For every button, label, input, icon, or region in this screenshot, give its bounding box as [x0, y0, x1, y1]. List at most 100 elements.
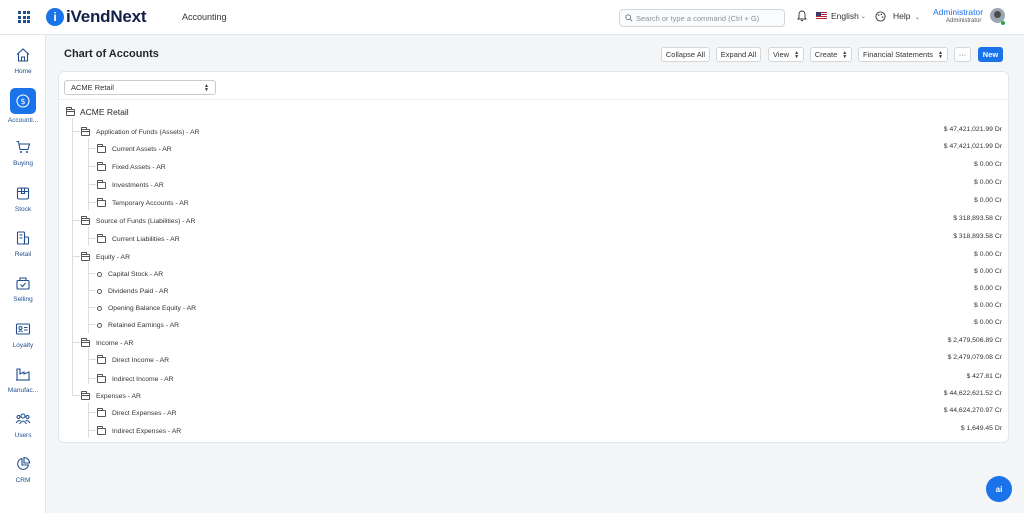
language-selector[interactable]: English ⌄ — [816, 11, 866, 21]
tree-row[interactable]: Current Liabilities - AR $ 318,893.58 Cr — [0, 233, 1024, 250]
help-menu[interactable]: Help ⌄ — [893, 11, 920, 21]
account-label: Current Assets - AR — [112, 145, 172, 153]
company-select-value: ACME Retail — [71, 83, 114, 92]
search-icon — [625, 14, 633, 22]
folder-open-icon — [81, 251, 90, 261]
create-label: Create — [814, 50, 838, 59]
tree-row[interactable]: Income - AR $ 2,479,506.89 Cr — [0, 337, 1024, 354]
create-dropdown[interactable]: Create ▲ ▼ — [810, 47, 852, 62]
more-options-button[interactable]: ··· — [954, 47, 971, 62]
folder-icon — [97, 233, 106, 243]
select-arrows-icon: ▲ ▼ — [204, 83, 209, 93]
sidebar-item-crm[interactable]: CRM — [0, 456, 46, 498]
account-label: Expenses - AR — [96, 392, 141, 400]
account-balance: $ 318,893.58 Cr — [953, 233, 1002, 240]
tree-row[interactable]: Dividends Paid - AR $ 0.00 Cr — [0, 285, 1024, 302]
account-balance: $ 0.00 Cr — [974, 302, 1002, 309]
financial-statements-label: Financial Statements — [863, 50, 934, 59]
tree-connector — [88, 430, 96, 431]
tree-row[interactable]: Temporary Accounts - AR $ 0.00 Cr — [0, 197, 1024, 214]
ai-assistant-button[interactable]: ai — [986, 476, 1012, 502]
tree-row[interactable]: Investments - AR $ 0.00 Cr — [0, 179, 1024, 196]
tree-row[interactable]: Capital Stock - AR $ 0.00 Cr — [0, 268, 1024, 285]
account-balance: $ 0.00 Cr — [974, 319, 1002, 326]
search-input[interactable] — [636, 13, 781, 23]
account-balance: $ 0.00 Cr — [974, 179, 1002, 186]
account-label: Investments - AR — [112, 181, 164, 189]
leaf-node-icon — [97, 322, 102, 328]
tree-row[interactable]: Fixed Assets - AR $ 0.00 Cr — [0, 161, 1024, 178]
dollar-icon: $ — [16, 94, 30, 108]
company-select[interactable]: ACME Retail ▲ ▼ — [64, 80, 216, 95]
folder-icon — [97, 354, 106, 364]
tree-row[interactable]: Expenses - AR $ 44,622,621.52 Cr — [0, 390, 1024, 407]
account-balance: $ 47,421,021.99 Dr — [943, 126, 1002, 133]
view-label: View — [772, 50, 790, 59]
tree-row[interactable]: Current Assets - AR $ 47,421,021.99 Dr — [0, 143, 1024, 160]
sidebar-item-accounting[interactable]: $ Accounti... — [0, 88, 46, 130]
folder-icon — [97, 143, 106, 153]
tree-connector — [88, 359, 96, 360]
tree-row[interactable]: Source of Funds (Liabilities) - AR $ 318… — [0, 215, 1024, 232]
account-balance: $ 318,893.58 Cr — [953, 215, 1002, 222]
tree-row[interactable]: Opening Balance Equity - AR $ 0.00 Cr — [0, 302, 1024, 319]
tree-row[interactable]: Indirect Expenses - AR $ 1,649.45 Dr — [0, 425, 1024, 442]
view-dropdown[interactable]: View ▲ ▼ — [768, 47, 804, 62]
account-label: Capital Stock - AR — [108, 270, 164, 278]
chevron-down-icon: ⌄ — [914, 15, 920, 21]
bell-icon[interactable] — [797, 10, 807, 22]
top-bar: i iVendNext Accounting English ⌄ Help ⌄ … — [0, 0, 1024, 35]
home-icon — [16, 48, 30, 62]
tree-row[interactable]: Direct Expenses - AR $ 44,624,270.97 Cr — [0, 407, 1024, 424]
tree-row[interactable]: Application of Funds (Assets) - AR $ 47,… — [0, 126, 1024, 143]
new-button[interactable]: New — [978, 47, 1003, 62]
user-role: Administrator — [946, 18, 982, 24]
tree-connector — [88, 290, 95, 291]
tree-connector — [88, 202, 96, 203]
tree-connector — [88, 307, 95, 308]
account-balance: $ 1,649.45 Dr — [960, 425, 1002, 432]
tree-connector — [88, 378, 96, 379]
account-label: Source of Funds (Liabilities) - AR — [96, 217, 196, 225]
account-label: Income - AR — [96, 339, 134, 347]
search-box[interactable] — [619, 9, 785, 27]
tree-row[interactable]: Retained Earnings - AR $ 0.00 Cr — [0, 319, 1024, 336]
tree-row[interactable]: Equity - AR $ 0.00 Cr — [0, 251, 1024, 268]
palette-icon[interactable] — [875, 11, 886, 22]
app-grid-icon[interactable] — [18, 11, 30, 23]
pie-icon — [17, 456, 31, 470]
collapse-all-button[interactable]: Collapse All — [661, 47, 710, 62]
user-name[interactable]: Administrator — [933, 7, 983, 17]
account-balance: $ 0.00 Cr — [974, 268, 1002, 275]
brand-logo[interactable]: i iVendNext — [46, 7, 147, 27]
account-label: Current Liabilities - AR — [112, 235, 180, 243]
account-label: Application of Funds (Assets) - AR — [96, 128, 200, 136]
tree-connector — [88, 238, 96, 239]
tree-row[interactable]: Direct Income - AR $ 2,479,079.08 Cr — [0, 354, 1024, 371]
leaf-node-icon — [97, 288, 102, 294]
account-label: Retained Earnings - AR — [108, 321, 180, 329]
tree-connector — [72, 131, 80, 132]
tree-row[interactable]: Indirect Income - AR $ 427.81 Cr — [0, 373, 1024, 390]
account-label: Direct Income - AR — [112, 356, 170, 364]
sidebar-item-label: Home — [14, 68, 32, 75]
account-label: Equity - AR — [96, 253, 130, 261]
tree-connector — [88, 412, 96, 413]
help-label: Help — [893, 11, 911, 21]
module-title: Accounting — [182, 12, 227, 22]
tree-connector — [72, 395, 80, 396]
tree-connector — [88, 166, 96, 167]
expand-all-button[interactable]: Expand All — [716, 47, 761, 62]
folder-icon — [97, 179, 106, 189]
tree-root[interactable]: ACME Retail — [66, 106, 129, 117]
sidebar-item-label: CRM — [15, 477, 31, 484]
sidebar-item-label: Accounti... — [7, 117, 39, 124]
account-balance: $ 427.81 Cr — [966, 373, 1002, 380]
tree-connector — [88, 148, 96, 149]
account-balance: $ 2,479,079.08 Cr — [947, 354, 1002, 361]
sidebar-item-home[interactable]: Home — [0, 47, 46, 89]
brand-name: iVendNext — [66, 7, 147, 26]
financial-statements-dropdown[interactable]: Financial Statements ▲ ▼ — [858, 47, 948, 62]
tree-root-label: ACME Retail — [80, 107, 129, 117]
tree-connector — [72, 342, 80, 343]
